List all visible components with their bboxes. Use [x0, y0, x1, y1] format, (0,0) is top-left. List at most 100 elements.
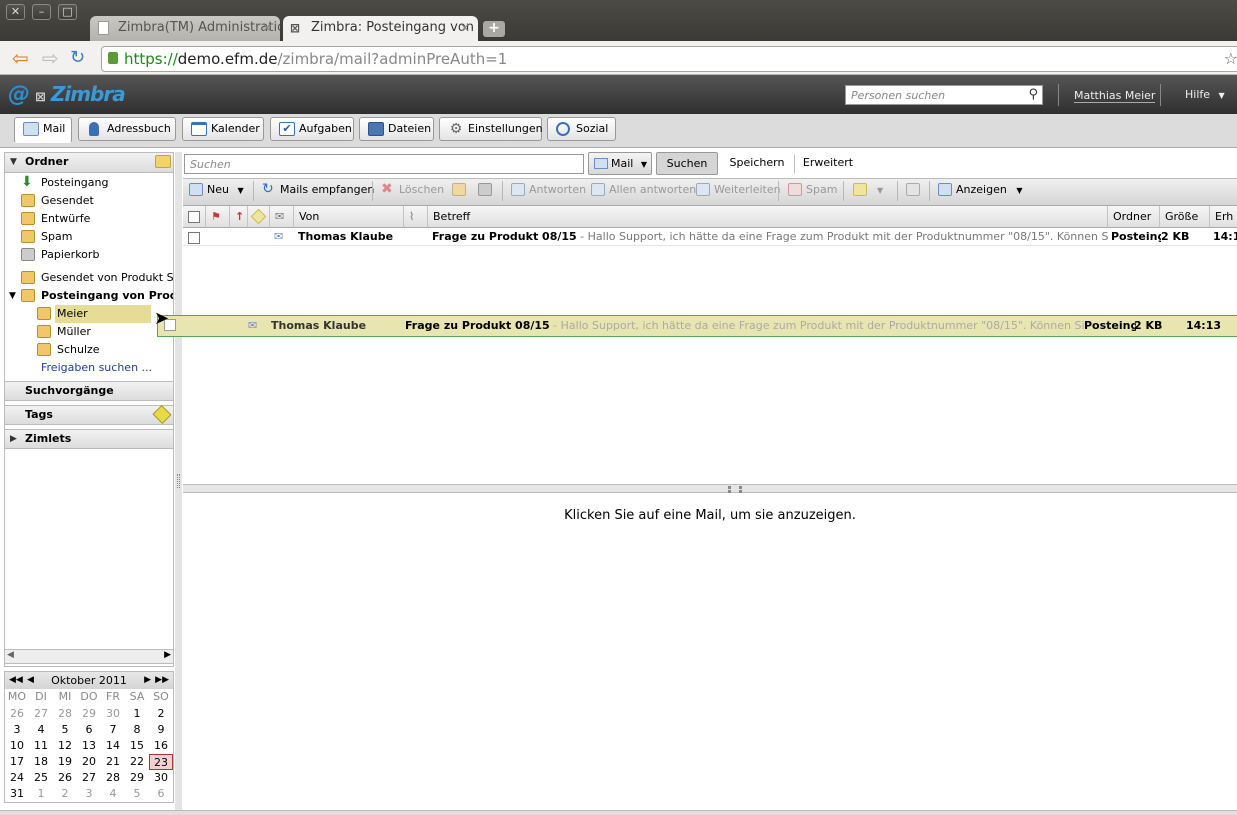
calendar-day[interactable]: 14: [101, 738, 125, 754]
calendar-day[interactable]: 16: [149, 738, 173, 754]
calendar-day[interactable]: 30: [101, 706, 125, 722]
select-all-checkbox[interactable]: [188, 211, 200, 223]
calendar-day[interactable]: 5: [125, 786, 149, 802]
calendar-day[interactable]: 2: [149, 706, 173, 722]
delete-button[interactable]: ✖ Löschen: [381, 182, 444, 197]
folder-column-header[interactable]: Ordner: [1107, 206, 1159, 228]
back-arrow-icon[interactable]: ⇦: [12, 48, 29, 68]
tab-tasks[interactable]: ✔ Aufgaben: [270, 117, 354, 141]
tab-preferences[interactable]: ⚙ Einstellungen: [439, 117, 543, 141]
window-maximize-button[interactable]: □: [58, 4, 77, 20]
calendar-day[interactable]: 3: [77, 786, 101, 802]
calendar-day[interactable]: 29: [77, 706, 101, 722]
people-search-input[interactable]: Personen suchen ⚲: [845, 85, 1043, 105]
tag-button[interactable]: ▼: [853, 183, 883, 198]
collapse-arrow-icon[interactable]: ▼: [9, 287, 16, 305]
browser-tab-zimbra[interactable]: ⊠ Zimbra: Posteingang von F ✕: [283, 16, 478, 41]
prev-year-icon[interactable]: ◀◀: [9, 672, 23, 689]
scroll-right-arrow-icon[interactable]: ▶: [164, 650, 171, 660]
tab-close-icon[interactable]: ✕: [262, 16, 272, 40]
new-message-button[interactable]: Neu ▼: [189, 183, 244, 198]
folder-shared-inbox[interactable]: ▼ Posteingang von Produkt: [9, 287, 173, 305]
search-input[interactable]: Suchen: [184, 154, 584, 174]
attachment-column-icon[interactable]: ⌇: [403, 206, 427, 228]
calendar-day[interactable]: 12: [53, 738, 77, 754]
calendar-day[interactable]: 23: [149, 754, 173, 770]
calendar-day[interactable]: 4: [101, 786, 125, 802]
calendar-day[interactable]: 11: [29, 738, 53, 754]
folder-tree-scrollbar[interactable]: ◀ ▶: [4, 649, 174, 664]
flag-column-icon[interactable]: ⚑: [205, 206, 229, 228]
status-column-icon[interactable]: ✉: [269, 206, 293, 228]
calendar-day[interactable]: 6: [77, 722, 101, 738]
calendar-day[interactable]: 18: [29, 754, 53, 770]
folder-trash[interactable]: Papierkorb: [21, 246, 171, 264]
calendar-day[interactable]: 13: [77, 738, 101, 754]
forward-arrow-icon[interactable]: ⇨: [42, 48, 59, 68]
calendar-day[interactable]: 4: [29, 722, 53, 738]
folder-drafts[interactable]: Entwürfe: [21, 210, 171, 228]
calendar-day[interactable]: 25: [29, 770, 53, 786]
tab-addressbook[interactable]: Adressbuch: [78, 117, 176, 141]
calendar-day[interactable]: 28: [53, 706, 77, 722]
folder-meier[interactable]: Meier: [37, 305, 157, 323]
calendar-day[interactable]: 30: [149, 770, 173, 786]
calendar-day[interactable]: 15: [125, 738, 149, 754]
forward-button[interactable]: Weiterleiten: [696, 183, 781, 197]
calendar-month-label[interactable]: Oktober 2011: [51, 674, 127, 687]
zimbra-logo[interactable]: @ ⊠ Zimbra: [8, 82, 126, 107]
calendar-day[interactable]: 3: [5, 722, 29, 738]
size-column-header[interactable]: Größe: [1159, 206, 1209, 228]
calendar-day[interactable]: 1: [29, 786, 53, 802]
folder-mueller[interactable]: Müller: [37, 323, 157, 341]
bookmark-star-icon[interactable]: ☆: [1224, 47, 1237, 71]
new-folder-icon[interactable]: [155, 155, 171, 168]
new-tag-icon[interactable]: [152, 404, 172, 425]
calendar-day[interactable]: 9: [149, 722, 173, 738]
chevron-down-icon[interactable]: ▼: [237, 186, 243, 195]
url-bar[interactable]: https://demo.efm.de/zimbra/mail?adminPre…: [101, 46, 1237, 72]
view-menu-button[interactable]: Anzeigen ▼: [938, 183, 1022, 198]
calendar-day[interactable]: 5: [53, 722, 77, 738]
search-button[interactable]: Suchen: [656, 152, 718, 175]
calendar-day[interactable]: 6: [149, 786, 173, 802]
user-menu[interactable]: Matthias Meier: [1074, 89, 1156, 103]
calendar-day[interactable]: 27: [77, 770, 101, 786]
scroll-left-arrow-icon[interactable]: ◀: [7, 650, 14, 660]
search-icon[interactable]: ⚲: [1028, 87, 1038, 102]
tab-files[interactable]: Dateien: [359, 117, 434, 141]
calendar-day[interactable]: 29: [125, 770, 149, 786]
expand-arrow-icon[interactable]: ▶: [10, 430, 17, 448]
calendar-day[interactable]: 8: [125, 722, 149, 738]
reload-icon[interactable]: ↻: [70, 48, 85, 68]
reply-all-button[interactable]: Allen antworten: [591, 183, 696, 197]
tab-mail[interactable]: Mail: [14, 117, 72, 143]
prev-month-icon[interactable]: ◀: [27, 672, 34, 689]
priority-column-icon[interactable]: ↑: [229, 206, 247, 228]
next-month-icon[interactable]: ▶: [144, 672, 151, 689]
collapse-arrow-icon[interactable]: ▼: [10, 153, 17, 171]
calendar-day[interactable]: 2: [53, 786, 77, 802]
new-tab-button[interactable]: +: [483, 21, 505, 37]
next-year-icon[interactable]: ▶▶: [155, 672, 169, 689]
folder-spam[interactable]: Spam: [21, 228, 171, 246]
calendar-day[interactable]: 26: [5, 706, 29, 722]
folder-inbox[interactable]: ⬇ Posteingang: [21, 174, 171, 192]
calendar-day[interactable]: 22: [125, 754, 149, 770]
horizontal-splitter[interactable]: [183, 484, 1237, 493]
calendar-day[interactable]: 20: [77, 754, 101, 770]
advanced-search-button[interactable]: Erweitert: [800, 152, 856, 175]
tab-close-icon[interactable]: ✕: [460, 16, 470, 40]
window-minimize-button[interactable]: –: [32, 4, 51, 20]
tab-calendar[interactable]: Kalender: [182, 117, 264, 141]
calendar-day[interactable]: 7: [101, 722, 125, 738]
calendar-day[interactable]: 28: [101, 770, 125, 786]
search-scope-select[interactable]: Mail ▼: [588, 152, 652, 175]
tag-column-icon[interactable]: [247, 206, 269, 228]
received-column-header[interactable]: Erh: [1209, 206, 1237, 228]
folder-schulze[interactable]: Schulze: [37, 341, 157, 359]
row-checkbox[interactable]: [188, 232, 200, 244]
tags-header[interactable]: Tags: [5, 404, 173, 425]
calendar-day[interactable]: 19: [53, 754, 77, 770]
calendar-day[interactable]: 31: [5, 786, 29, 802]
